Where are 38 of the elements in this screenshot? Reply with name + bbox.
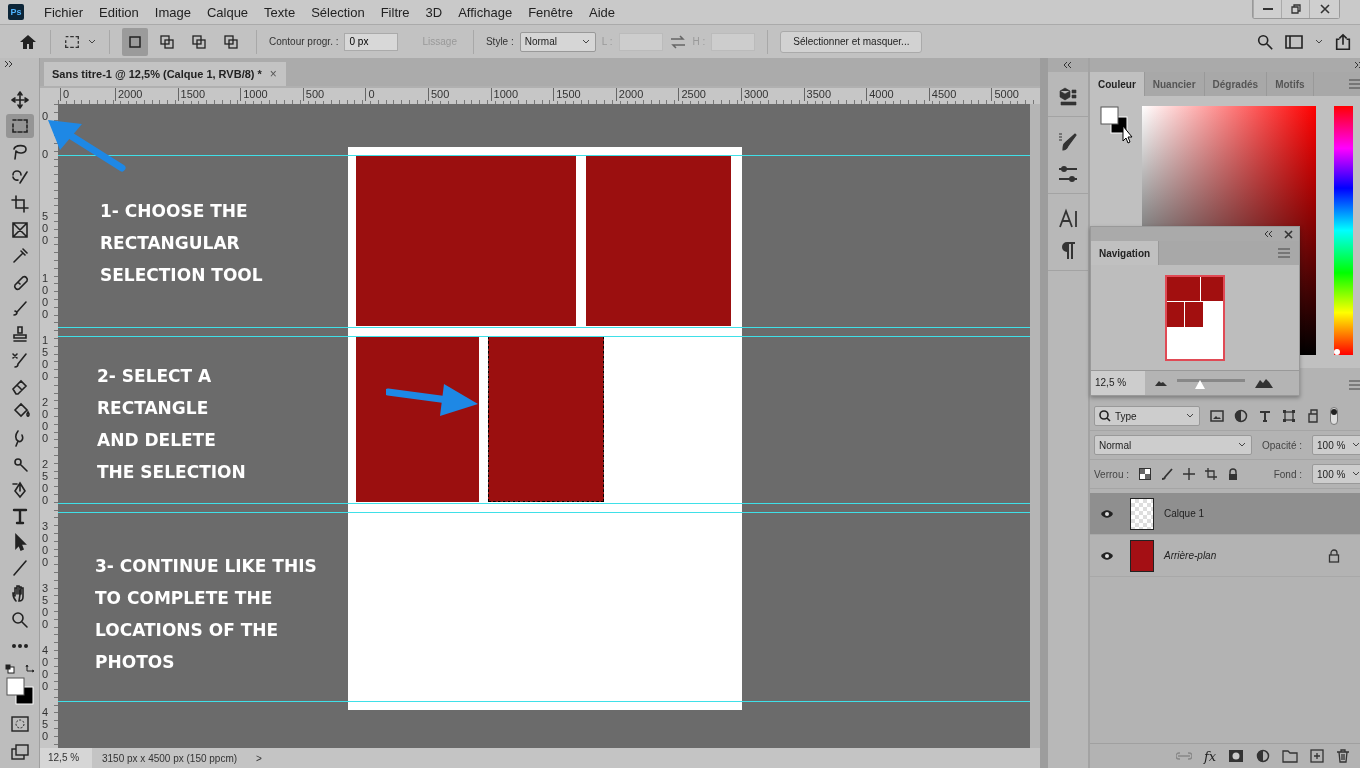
ruler-label: 0: [60, 88, 70, 101]
ruler-label: 2000: [115, 88, 143, 101]
ruler-label: 0: [365, 88, 375, 101]
ruler-label: 500: [428, 88, 450, 101]
ruler-label: 2000: [42, 396, 49, 444]
ruler-label: 500: [42, 210, 49, 246]
ruler-label: 4000: [866, 88, 894, 101]
ruler-label: 4500: [928, 88, 957, 101]
ruler-label: 500: [302, 88, 325, 101]
ruler-label: 2500: [678, 88, 706, 101]
feather-label: Contour progr. :: [269, 36, 339, 47]
document-info: 3150 px x 4500 px (150 ppcm): [102, 752, 239, 764]
fill-label: Fond :: [1273, 468, 1303, 480]
ruler-label: 450: [42, 706, 49, 742]
ruler-label: 1000: [240, 88, 268, 101]
style-label: Style :: [485, 36, 514, 47]
ruler-label: 3000: [42, 520, 49, 568]
ruler-label: 2000: [615, 88, 644, 101]
ruler-label: 1000: [42, 272, 49, 320]
instruction-text: 3- CONTINUE LIKE THIS TO COMPLETE THE LOCATIONS OF THE PHOTOS: [95, 555, 317, 674]
ruler-label: 2500: [42, 458, 49, 506]
ruler-label: 3500: [42, 582, 49, 630]
ruler-label: 3500: [803, 88, 832, 101]
ruler-label: 0: [42, 110, 49, 122]
ruler-label: 4000: [42, 644, 49, 692]
ruler-label: 0: [42, 148, 49, 160]
lock-label: Verrou :: [1094, 468, 1130, 480]
ruler-label: 5000: [991, 88, 1019, 101]
ruler-label: 1500: [177, 88, 206, 101]
ruler-label: 1000: [490, 88, 519, 101]
instruction-text: 2- SELECT A RECTANGLE AND DELETE THE SELECTION: [97, 365, 246, 484]
instruction-text: 1- CHOOSE THE RECTANGULAR SELECTION TOOL: [100, 200, 263, 287]
layer-name: Arrière-plan: [1164, 550, 1217, 561]
ruler-label: 1500: [553, 88, 581, 101]
opacity-label: Opacité :: [1262, 439, 1303, 451]
layer-name: Calque 1: [1164, 508, 1205, 519]
ruler-label: 3000: [741, 88, 769, 101]
ruler-label: 1500: [42, 334, 49, 382]
